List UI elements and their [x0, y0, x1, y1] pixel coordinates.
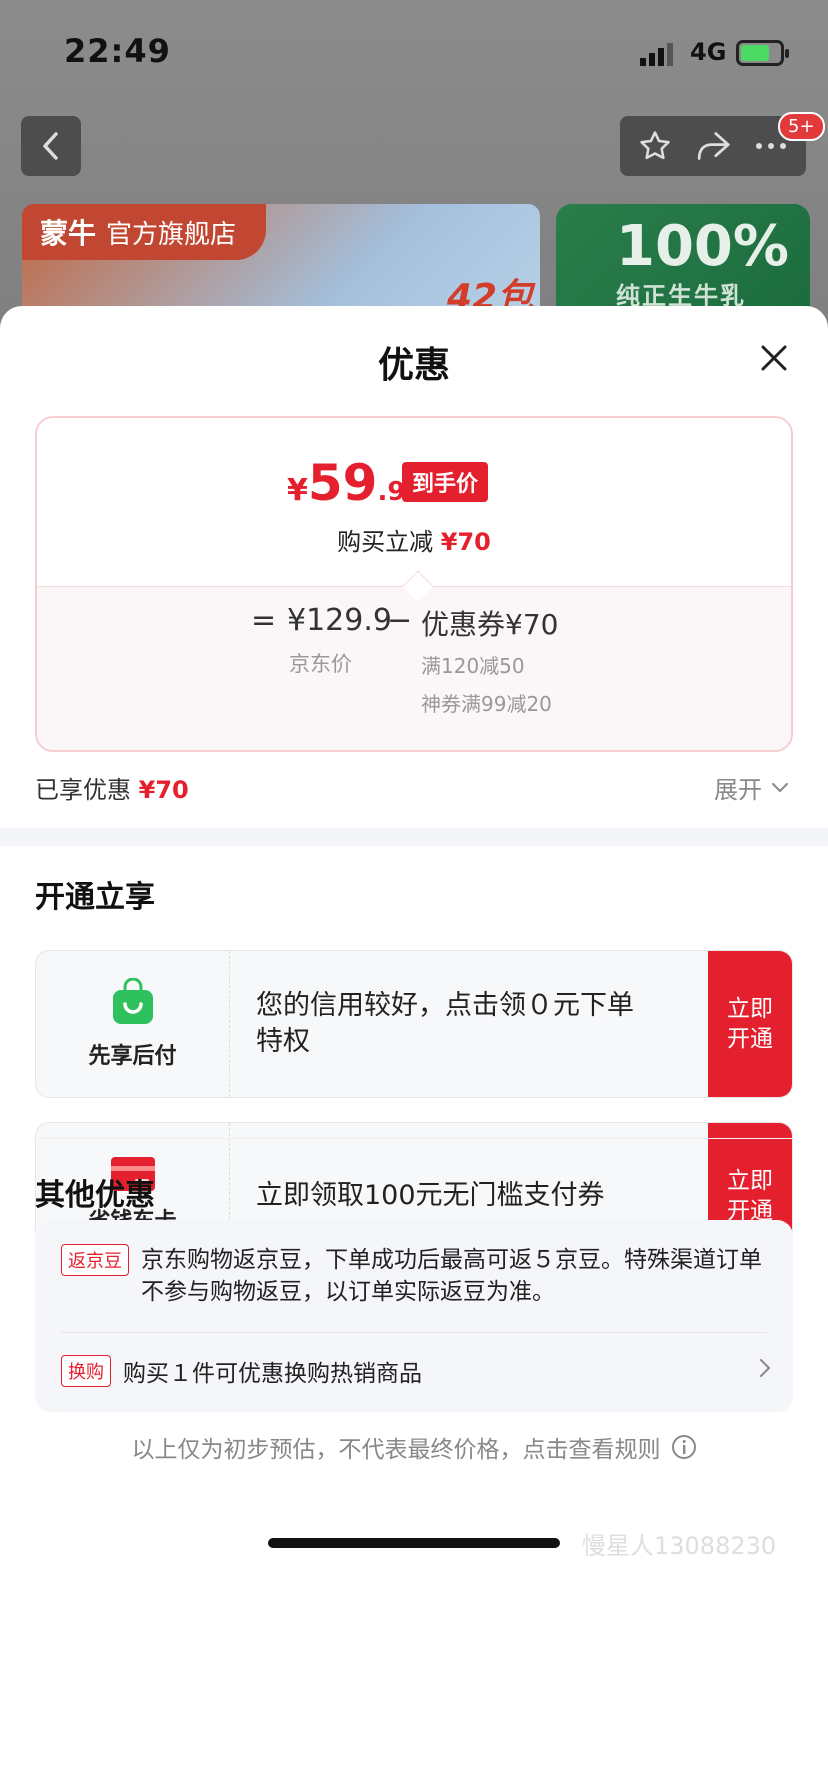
share-icon[interactable]: [695, 130, 731, 162]
chevron-right-icon: [760, 1359, 770, 1377]
message-count-badge: 5+: [778, 112, 825, 141]
trade-in-tag: 换购: [61, 1355, 111, 1387]
rebate-text: 京东购物返京豆，下单成功后最高可返５京豆。特殊渠道订单不参与购物返豆，以订单实际…: [141, 1247, 762, 1305]
section-divider: [0, 828, 828, 846]
trade-in-text: 购买１件可优惠换购热销商品: [123, 1361, 422, 1387]
trade-in-row[interactable]: 换购 购买１件可优惠换购热销商品: [61, 1354, 771, 1388]
chevron-left-icon: [43, 132, 58, 160]
offer-name: 先享后付: [88, 1044, 177, 1069]
offer-text: 您的信用较好，点击领０元下单特权: [256, 990, 634, 1057]
base-price-label: 京东价: [289, 652, 352, 676]
purchase-reduction: 购买立减 ¥70: [337, 528, 491, 556]
close-button[interactable]: [752, 336, 796, 380]
brand-logo: 蒙牛: [40, 217, 97, 250]
store-label-text: 官方旗舰店: [106, 219, 237, 250]
sheet-title: 优惠: [377, 345, 450, 386]
watermark: 慢星人13088230: [582, 1532, 777, 1560]
other-discounts-box: 返京豆 京东购物返京豆，下单成功后最高可返５京豆。特殊渠道订单不参与购物返豆，以…: [35, 1220, 793, 1412]
enjoyed-discount: 已享优惠 ¥70: [35, 776, 189, 804]
rules-footnote[interactable]: 以上仅为初步预估，不代表最终价格，点击查看规则: [0, 1430, 828, 1464]
background-page: 22:49 4G 5+ 蒙牛 官方旗舰店 42包 100% 纯正生牛乳: [0, 0, 828, 364]
expand-button[interactable]: 展开: [714, 770, 788, 805]
coupon-detail: 满120减50: [421, 654, 525, 678]
section-title-activate: 开通立享: [35, 880, 155, 915]
section-title-other: 其他优惠: [35, 1178, 155, 1213]
activate-button[interactable]: 立即开通: [708, 951, 792, 1097]
coupon-total: 优惠券¥70: [421, 608, 559, 641]
section-separator: [35, 1138, 793, 1139]
minus-sign: −: [387, 603, 413, 638]
promo-banner-big: 100%: [616, 214, 790, 279]
price-card: ¥ 59 .9 到手价 购买立减 ¥70 = ¥129.9 京东价 − 优惠券¥…: [35, 416, 793, 752]
status-time: 22:49: [64, 32, 171, 70]
back-button[interactable]: [21, 116, 81, 176]
equals-sign: =: [251, 603, 277, 638]
coupon-detail: 神券满99减20: [421, 692, 552, 716]
green-bag-icon: [112, 978, 153, 1024]
rebate-tag: 返京豆: [61, 1244, 129, 1276]
home-indicator: [268, 1538, 560, 1548]
more-icon[interactable]: [754, 141, 788, 151]
jingdou-rebate-row: 返京豆 京东购物返京豆，下单成功后最高可返５京豆。特殊渠道订单不参与购物返豆，以…: [61, 1244, 771, 1308]
star-icon[interactable]: [638, 129, 672, 163]
final-price: ¥ 59 .9: [287, 454, 406, 512]
status-bar: 22:49 4G: [0, 0, 828, 104]
network-type: 4G: [690, 38, 727, 66]
discount-sheet: 优惠 ¥ 59 .9 到手价 购买立减 ¥70 = ¥129.9 京东价 − 优…: [0, 306, 828, 1792]
battery-icon: [736, 40, 789, 66]
base-price: ¥129.9: [287, 603, 392, 638]
store-label: 蒙牛 官方旗舰店: [22, 204, 267, 260]
price-breakdown: [37, 586, 791, 750]
offer-card-pay-later[interactable]: 先享后付 您的信用较好，点击领０元下单特权 立即开通: [35, 950, 793, 1098]
chevron-down-icon: [772, 782, 788, 792]
info-icon: [671, 1435, 696, 1459]
close-icon: [761, 345, 787, 371]
signal-icon: [640, 43, 673, 66]
final-price-tag: 到手价: [402, 462, 489, 502]
